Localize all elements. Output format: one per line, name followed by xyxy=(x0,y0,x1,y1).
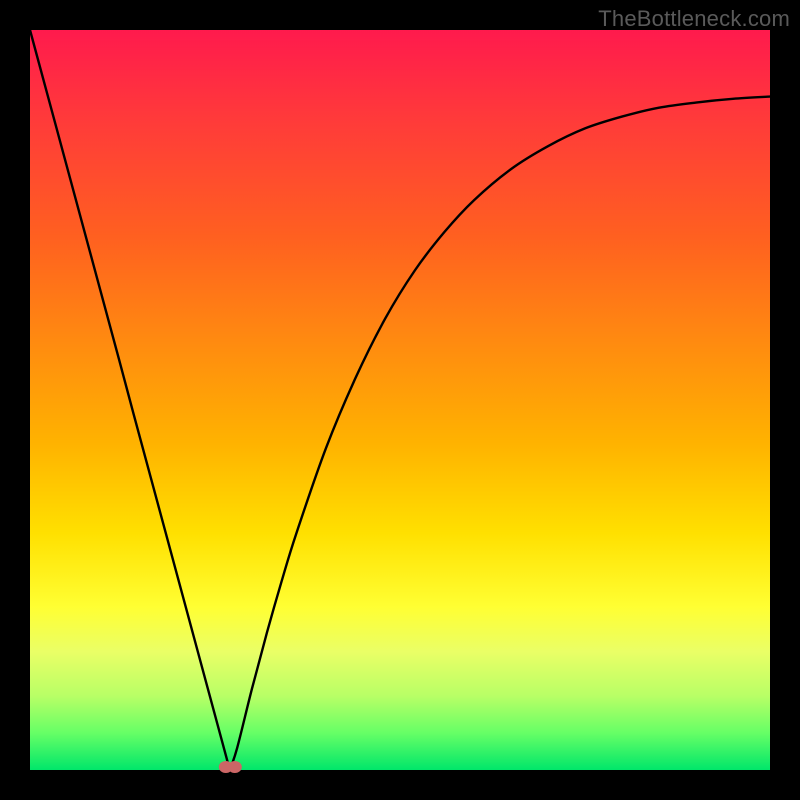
plot-area xyxy=(30,30,770,770)
bottleneck-curve xyxy=(30,30,770,770)
bottleneck-curve-svg xyxy=(30,30,770,770)
chart-frame: TheBottleneck.com xyxy=(0,0,800,800)
minimum-marker-secondary xyxy=(228,761,242,773)
watermark-text: TheBottleneck.com xyxy=(598,6,790,32)
